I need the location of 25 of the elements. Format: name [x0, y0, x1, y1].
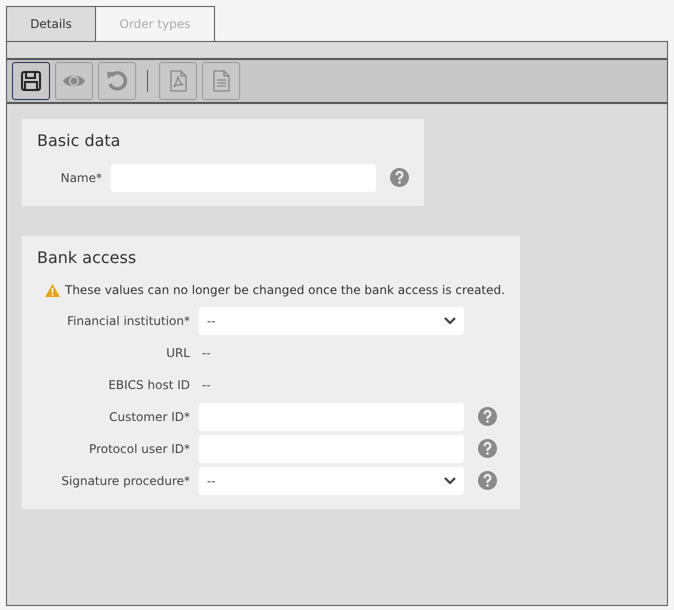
section-title: Bank access [37, 248, 138, 267]
save-button[interactable] [12, 62, 50, 100]
help-icon[interactable] [390, 168, 409, 187]
field-label: EBICS host ID [107, 378, 191, 392]
field-value: -- [201, 346, 212, 360]
help-icon[interactable] [478, 439, 497, 458]
select-field[interactable]: -- [199, 466, 464, 494]
section-title: Basic data [37, 131, 122, 150]
chevron-down-icon [444, 316, 456, 324]
warning-icon [45, 284, 60, 296]
chevron-down-icon [444, 476, 456, 484]
field-label: Financial institution* [66, 314, 191, 328]
warning-text: These values can no longer be changed once the bank access is created. [65, 283, 505, 297]
save-icon [19, 69, 43, 93]
field-value: -- [201, 378, 212, 392]
field-label: URL [165, 346, 191, 360]
tab[interactable]: Details [6, 6, 96, 41]
select-field[interactable]: -- [199, 306, 464, 334]
field-label: Name* [60, 170, 103, 184]
field-label: Customer ID* [108, 410, 191, 424]
help-icon[interactable] [478, 471, 497, 490]
undo-icon [105, 69, 129, 93]
field-label: Signature procedure* [60, 474, 191, 488]
field-label: Protocol user ID* [88, 442, 191, 456]
help-icon[interactable] [478, 407, 497, 426]
